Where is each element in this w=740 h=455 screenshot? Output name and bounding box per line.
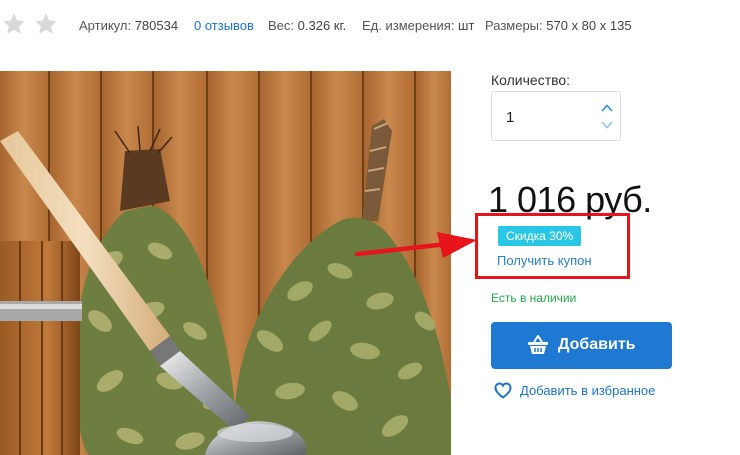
dimensions-label: Размеры: xyxy=(485,18,543,33)
add-to-cart-label: Добавить xyxy=(558,336,636,353)
article-number: Артикул: 780534 xyxy=(79,18,178,33)
weight: Вес: 0.326 кг. xyxy=(268,18,346,33)
quantity-stepper xyxy=(491,91,621,141)
arrow-icon xyxy=(355,228,480,262)
dimensions: Размеры: 570 x 80 x 135 xyxy=(485,18,632,33)
dimensions-value: 570 x 80 x 135 xyxy=(546,18,632,33)
quantity-input[interactable] xyxy=(506,106,586,128)
weight-label: Вес: xyxy=(268,18,295,33)
annotation-highlight-box xyxy=(475,213,630,279)
unit-of-measure: Ед. измерения: шт xyxy=(362,18,474,33)
weight-value: 0.326 кг. xyxy=(297,18,347,33)
heart-icon xyxy=(494,382,512,399)
add-to-favorites-label: Добавить в избранное xyxy=(520,383,656,398)
article-value: 780534 xyxy=(134,18,179,33)
article-label: Артикул: xyxy=(79,18,132,33)
product-meta-bar: Артикул: 780534 0 отзывов Вес: 0.326 кг.… xyxy=(0,0,740,52)
unit-label: Ед. измерения: xyxy=(362,18,455,33)
product-image[interactable] xyxy=(0,71,451,455)
basket-icon xyxy=(527,334,549,356)
chevron-down-icon[interactable] xyxy=(600,119,614,131)
stock-status: Есть в наличии xyxy=(491,291,577,305)
unit-value: шт xyxy=(458,18,475,33)
chevron-up-icon[interactable] xyxy=(600,102,614,114)
quantity-label: Количество: xyxy=(491,72,571,88)
rating-star-icon[interactable] xyxy=(2,12,26,36)
rating-star-icon[interactable] xyxy=(34,12,58,36)
reviews-link[interactable]: 0 отзывов xyxy=(194,18,254,33)
add-to-cart-button[interactable]: Добавить xyxy=(491,322,672,369)
